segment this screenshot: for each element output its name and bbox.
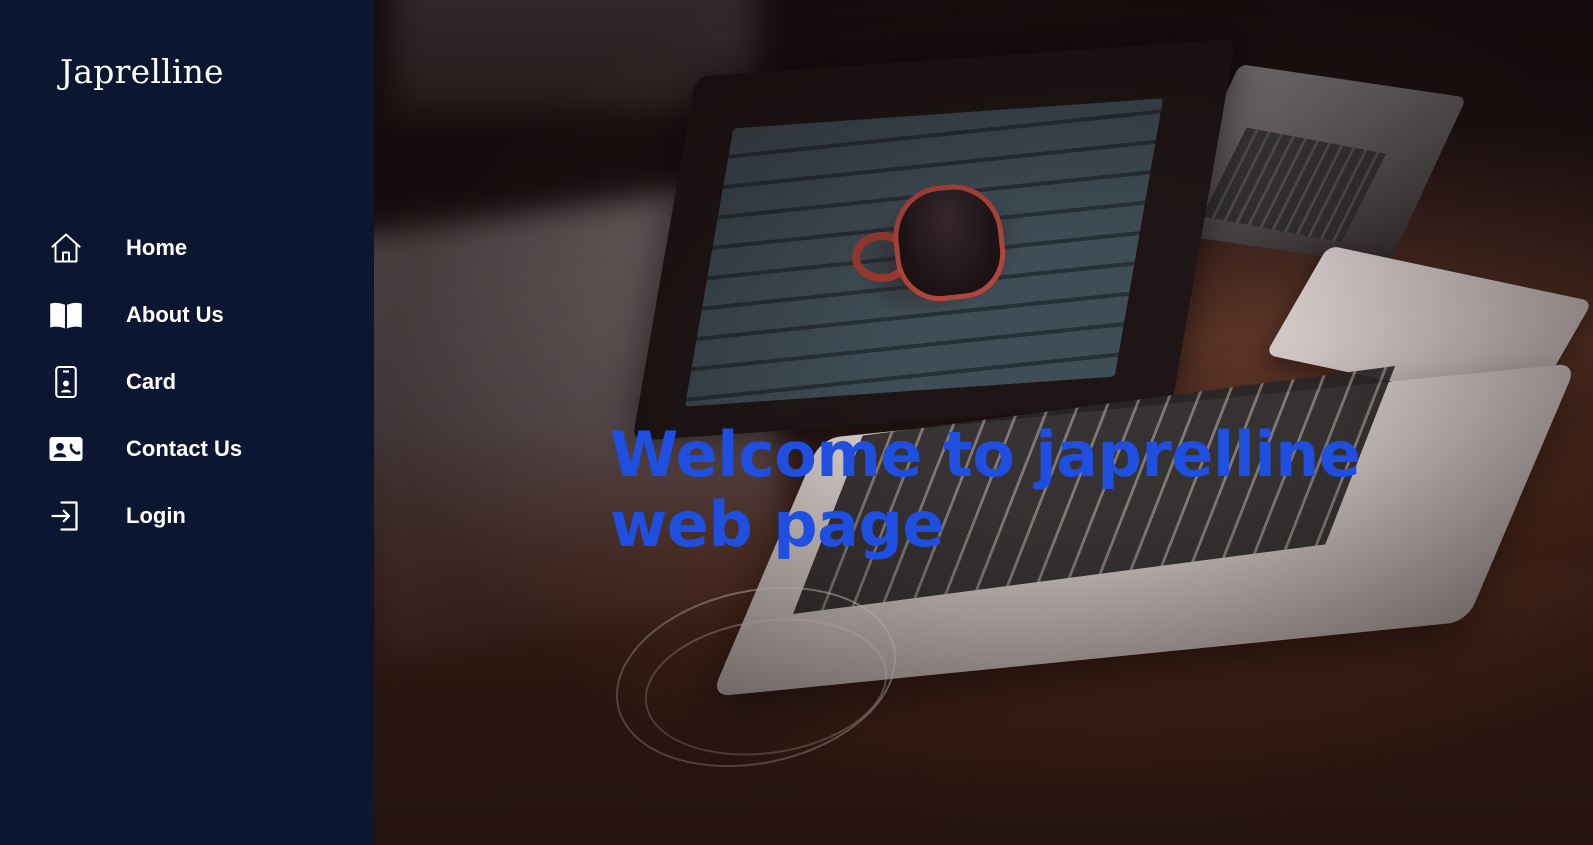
sidebar-item-label: Card [126,368,177,394]
id-card-icon [47,363,85,401]
brand-logo-text[interactable]: Japrelline [60,52,224,91]
sidebar-item-label: Contact Us [126,435,243,461]
sidebar-item-contact-us[interactable]: Contact Us [0,415,374,482]
app-root: Japrelline Home About Us Card Contact Us… [0,0,1593,845]
hero-section: Welcome to japrelline web page [374,0,1593,845]
sidebar-item-label: Home [126,234,188,260]
book-icon [47,296,85,334]
sidebar-item-home[interactable]: Home [0,214,374,281]
sidebar-item-label: Login [126,502,186,528]
hero-title: Welcome to japrelline web page [610,418,1361,561]
login-icon [47,497,85,535]
contact-card-icon [47,430,85,468]
home-icon [47,229,85,267]
sidebar-item-login[interactable]: Login [0,482,374,549]
sidebar-item-label: About Us [126,301,224,327]
sidebar-nav: Home About Us Card Contact Us Login [0,214,374,549]
sidebar-item-about-us[interactable]: About Us [0,281,374,348]
sidebar: Japrelline Home About Us Card Contact Us… [0,0,374,845]
sidebar-item-card[interactable]: Card [0,348,374,415]
